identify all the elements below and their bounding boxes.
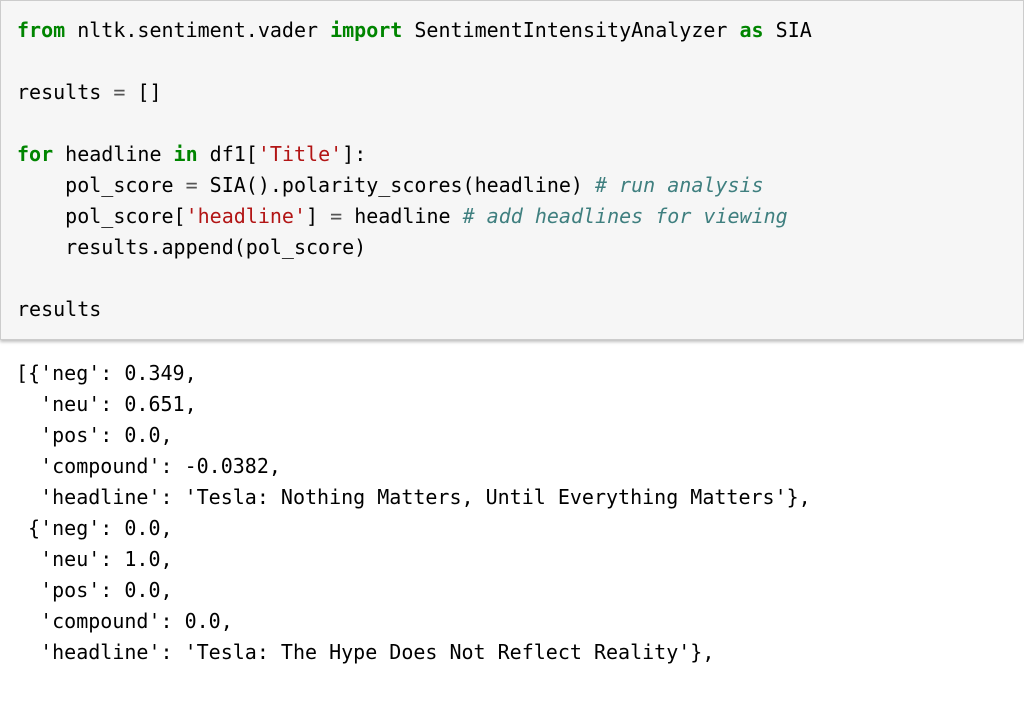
- line5-b: ]: [306, 204, 330, 228]
- alias-name: SIA: [776, 18, 812, 42]
- indent: [17, 173, 65, 197]
- line4-b: SIA().polarity_scores(headline): [198, 173, 595, 197]
- output-line: [{'neg': 0.349,: [16, 361, 197, 385]
- var-results: results: [17, 80, 113, 104]
- keyword-from: from: [17, 18, 65, 42]
- output-line: 'neu': 1.0,: [16, 547, 173, 571]
- string-title: 'Title': [258, 142, 342, 166]
- string-headline: 'headline': [186, 204, 306, 228]
- empty-list: []: [125, 80, 161, 104]
- code-input-cell[interactable]: from nltk.sentiment.vader import Sentime…: [0, 0, 1024, 340]
- line5-a: pol_score[: [65, 204, 185, 228]
- final-expr: results: [17, 297, 101, 321]
- output-line: 'pos': 0.0,: [16, 578, 173, 602]
- class-name: SentimentIntensityAnalyzer: [414, 18, 727, 42]
- keyword-import: import: [330, 18, 402, 42]
- iter-expr-b: ]:: [342, 142, 366, 166]
- iter-expr-a: df1[: [198, 142, 258, 166]
- line4-a: pol_score: [65, 173, 185, 197]
- line5-c: headline: [342, 204, 462, 228]
- operator-assign: =: [113, 80, 125, 104]
- output-line: 'neu': 0.651,: [16, 392, 197, 416]
- line6: results.append(pol_score): [65, 235, 366, 259]
- operator-assign: =: [186, 173, 198, 197]
- code-output-cell: [{'neg': 0.349, 'neu': 0.651, 'pos': 0.0…: [0, 348, 1024, 684]
- keyword-in: in: [174, 142, 198, 166]
- keyword-for: for: [17, 142, 53, 166]
- output-line: 'compound': -0.0382,: [16, 454, 281, 478]
- output-line: 'headline': 'Tesla: Nothing Matters, Unt…: [16, 485, 811, 509]
- output-line: 'headline': 'Tesla: The Hype Does Not Re…: [16, 640, 714, 664]
- indent: [17, 235, 65, 259]
- indent: [17, 204, 65, 228]
- output-line: {'neg': 0.0,: [16, 516, 173, 540]
- keyword-as: as: [740, 18, 764, 42]
- operator-assign: =: [330, 204, 342, 228]
- comment-run-analysis: # run analysis: [595, 173, 764, 197]
- module-path: nltk.sentiment.vader: [77, 18, 318, 42]
- notebook-cell-pair: from nltk.sentiment.vader import Sentime…: [0, 0, 1024, 684]
- output-line: 'compound': 0.0,: [16, 609, 233, 633]
- comment-add-headlines: # add headlines for viewing: [463, 204, 788, 228]
- output-line: 'pos': 0.0,: [16, 423, 173, 447]
- loop-var: headline: [53, 142, 173, 166]
